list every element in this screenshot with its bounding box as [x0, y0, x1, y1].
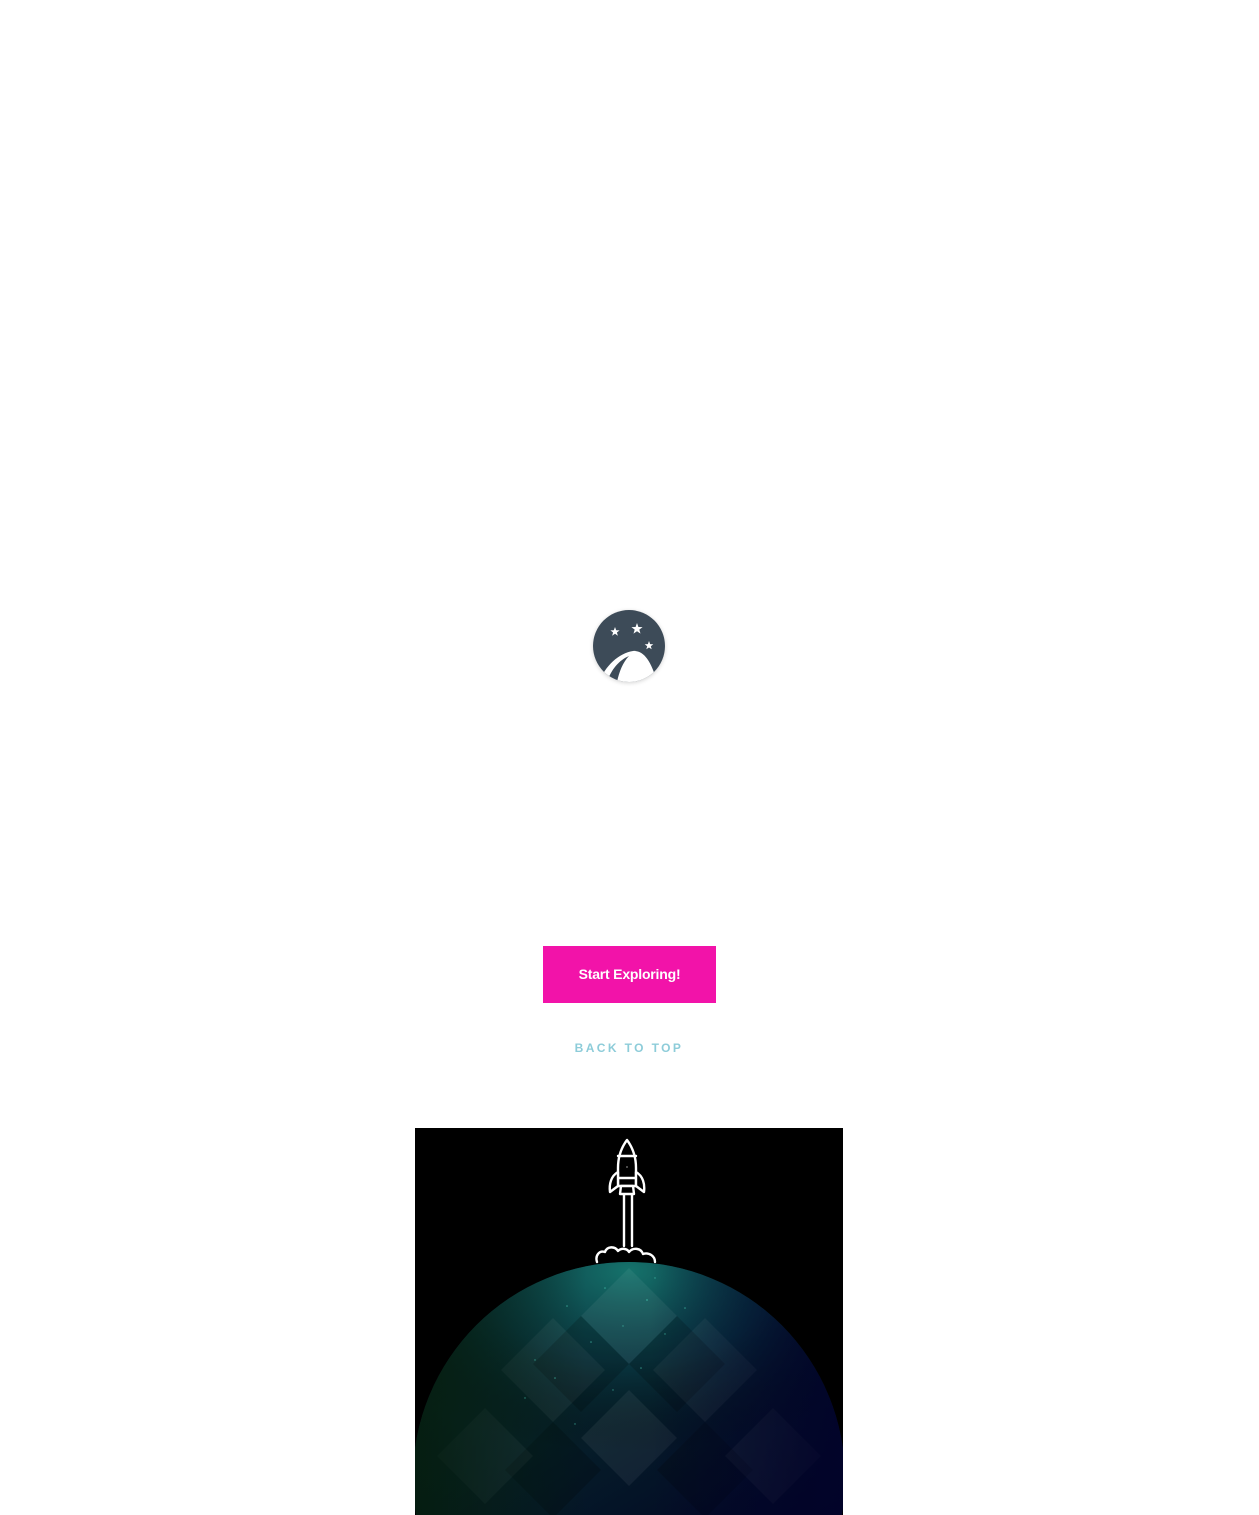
- planet-icon: [415, 1262, 843, 1515]
- rocket-icon: [595, 1138, 657, 1264]
- start-exploring-button[interactable]: Start Exploring!: [543, 946, 716, 1003]
- logo[interactable]: [593, 610, 665, 682]
- back-to-top-link[interactable]: BACK TO TOP: [529, 1038, 729, 1058]
- night-sky-hill-icon: [593, 610, 665, 682]
- illustration-graphic: [415, 1138, 843, 1515]
- rocket-planet-illustration: [415, 1128, 843, 1515]
- page: Start Exploring! BACK TO TOP: [0, 0, 1259, 1515]
